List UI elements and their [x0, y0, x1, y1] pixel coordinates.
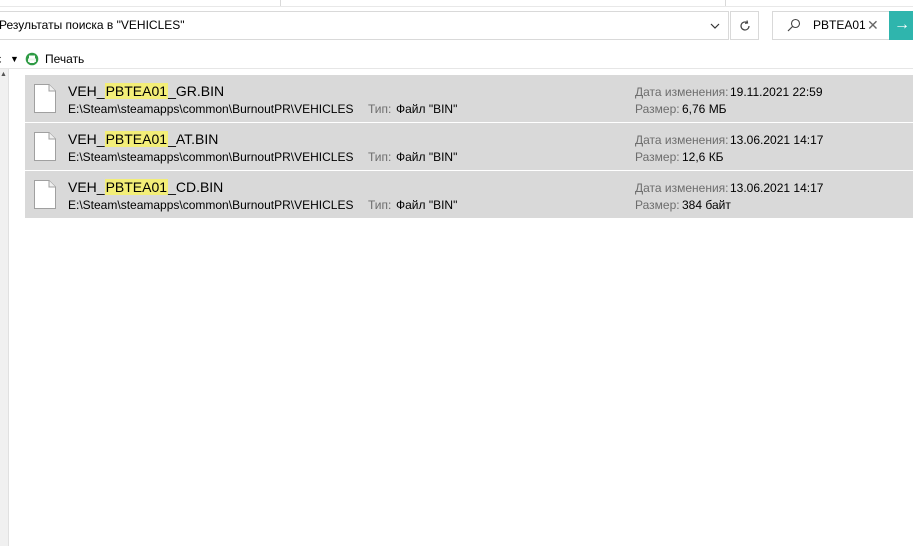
- result-row[interactable]: VEH_PBTEA01_AT.BIN E:\Steam\steamapps\co…: [25, 123, 913, 170]
- result-row[interactable]: VEH_PBTEA01_GR.BIN E:\Steam\steamapps\co…: [25, 75, 913, 122]
- print-button[interactable]: Печать: [45, 50, 84, 68]
- date-modified-value: 19.11.2021 22:59: [730, 85, 823, 99]
- chevron-down-icon[interactable]: ▼: [10, 50, 19, 68]
- date-modified-value: 13.06.2021 14:17: [730, 181, 824, 195]
- result-row[interactable]: VEH_PBTEA01_CD.BIN E:\Steam\steamapps\co…: [25, 171, 913, 218]
- file-icon: [34, 132, 56, 161]
- search-input[interactable]: PBTEA01: [813, 12, 866, 39]
- file-name[interactable]: VEH_PBTEA01_AT.BIN: [68, 130, 218, 148]
- search-match-highlight: PBTEA01: [104, 131, 169, 147]
- file-path: E:\Steam\steamapps\common\BurnoutPR\VEHI…: [68, 102, 354, 116]
- scroll-up-icon[interactable]: ▲: [0, 71, 7, 78]
- print-icon[interactable]: [25, 52, 39, 66]
- type-label: Тип:: [368, 102, 392, 116]
- type-label: Тип:: [368, 150, 392, 164]
- size-label: Размер:: [635, 150, 680, 164]
- type-label: Тип:: [368, 198, 392, 212]
- date-modified-label: Дата изменения:: [635, 85, 729, 99]
- type-value: Файл "BIN": [396, 150, 458, 164]
- size-value: 384 байт: [682, 198, 731, 212]
- top-divider: [280, 0, 281, 6]
- search-icon: [787, 18, 801, 32]
- refresh-button[interactable]: [730, 11, 759, 40]
- search-box[interactable]: PBTEA01 ✕: [772, 11, 890, 40]
- address-text: Результаты поиска в "VEHICLES": [0, 18, 185, 32]
- date-modified-label: Дата изменения:: [635, 181, 729, 195]
- size-label: Размер:: [635, 198, 680, 212]
- size-value: 12,6 КБ: [682, 150, 724, 164]
- size-value: 6,76 МБ: [682, 102, 727, 116]
- type-value: Файл "BIN": [396, 102, 458, 116]
- chevron-down-icon[interactable]: [706, 12, 724, 41]
- file-name[interactable]: VEH_PBTEA01_CD.BIN: [68, 178, 223, 196]
- close-icon[interactable]: ✕: [867, 12, 879, 39]
- size-label: Размер:: [635, 102, 680, 116]
- type-value: Файл "BIN": [396, 198, 458, 212]
- top-strip: [0, 0, 913, 7]
- file-icon: [34, 180, 56, 209]
- search-match-highlight: PBTEA01: [104, 83, 169, 99]
- search-go-button[interactable]: →: [889, 11, 913, 40]
- address-bar[interactable]: Результаты поиска в "VEHICLES": [0, 11, 729, 40]
- file-path: E:\Steam\steamapps\common\BurnoutPR\VEHI…: [68, 150, 354, 164]
- search-results-list: VEH_PBTEA01_GR.BIN E:\Steam\steamapps\co…: [25, 75, 913, 219]
- divider: [0, 68, 913, 69]
- navigation-pane-scrollbar[interactable]: ▲: [0, 69, 9, 546]
- command-label-cut[interactable]: ε: [0, 50, 1, 68]
- date-modified-label: Дата изменения:: [635, 133, 729, 147]
- refresh-icon: [739, 20, 750, 31]
- file-icon: [34, 84, 56, 113]
- top-divider: [725, 0, 726, 6]
- search-match-highlight: PBTEA01: [104, 179, 169, 195]
- file-path: E:\Steam\steamapps\common\BurnoutPR\VEHI…: [68, 198, 354, 212]
- date-modified-value: 13.06.2021 14:17: [730, 133, 824, 147]
- file-name[interactable]: VEH_PBTEA01_GR.BIN: [68, 82, 224, 100]
- arrow-right-icon: →: [894, 16, 910, 33]
